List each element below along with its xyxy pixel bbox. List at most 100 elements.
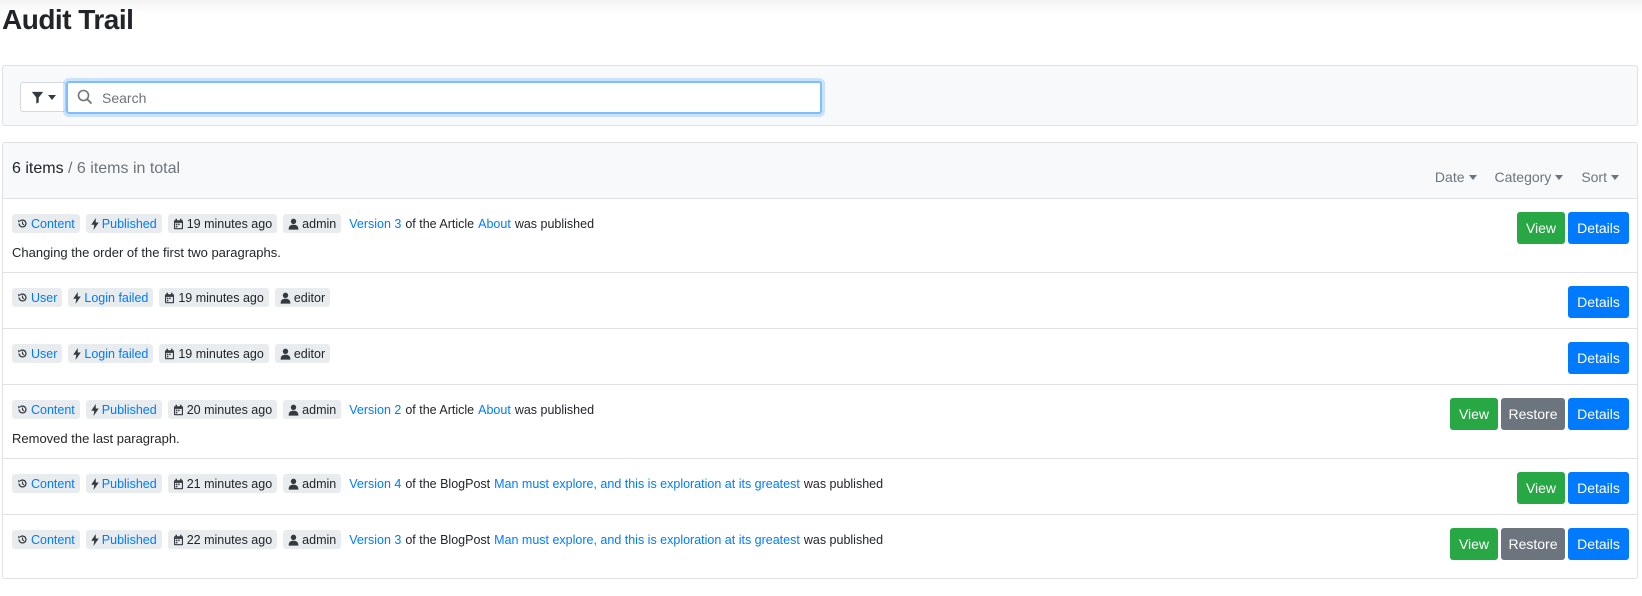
row-actions: View Details — [1517, 472, 1629, 504]
event-meta: User Login failed 19 minutes ago editor — [12, 344, 331, 363]
list-item: User Login failed 19 minutes ago editor … — [3, 273, 1637, 329]
event-summary: Version 3 of the Article About was publi… — [349, 217, 594, 231]
filter-dropdown-button[interactable] — [20, 82, 66, 112]
restore-button[interactable]: Restore — [1501, 398, 1565, 430]
category-badge[interactable]: User — [12, 344, 63, 363]
version-link[interactable]: Version 2 — [349, 403, 401, 417]
time-badge: 20 minutes ago — [167, 400, 278, 419]
event-badge[interactable]: Published — [85, 214, 162, 233]
list-header: 6 items / 6 items in total Date Category… — [3, 143, 1637, 199]
top-shadow — [0, 0, 1642, 14]
event-badge[interactable]: Login failed — [68, 288, 154, 307]
event-meta: Content Published 20 minutes ago admin V… — [12, 400, 594, 419]
view-button[interactable]: View — [1450, 528, 1498, 560]
user-label: admin — [302, 476, 337, 491]
chevron-down-icon — [1611, 174, 1619, 180]
user-icon — [288, 478, 299, 490]
history-icon — [18, 349, 27, 358]
user-badge: admin — [283, 474, 342, 493]
event-badge[interactable]: Published — [85, 530, 162, 549]
list-item: Content Published 20 minutes ago admin V… — [3, 385, 1637, 459]
time-badge: 22 minutes ago — [167, 530, 278, 549]
details-button[interactable]: Details — [1568, 528, 1629, 560]
user-badge: editor — [274, 288, 331, 307]
content-type-text: of the Article — [405, 402, 475, 417]
user-badge: admin — [283, 530, 342, 549]
time-label: 19 minutes ago — [186, 216, 273, 231]
event-label: Login failed — [84, 346, 149, 361]
user-badge: admin — [283, 400, 342, 419]
bolt-icon — [73, 347, 82, 360]
calendar-icon — [173, 218, 183, 229]
date-dropdown[interactable]: Date — [1435, 169, 1477, 185]
chevron-down-icon — [1468, 174, 1477, 180]
row-actions: Details — [1568, 286, 1629, 318]
history-icon — [18, 293, 27, 302]
content-item-link[interactable]: About — [478, 403, 511, 417]
event-label: Published — [101, 402, 157, 417]
details-button[interactable]: Details — [1568, 398, 1629, 430]
content-type-text: of the BlogPost — [405, 476, 491, 491]
category-badge[interactable]: User — [12, 288, 63, 307]
list-item: User Login failed 19 minutes ago editor … — [3, 329, 1637, 385]
time-badge: 19 minutes ago — [167, 214, 278, 233]
sort-controls: Date Category Sort — [1435, 169, 1619, 185]
sort-dropdown[interactable]: Sort — [1581, 169, 1619, 185]
user-icon — [288, 404, 299, 416]
calendar-icon — [173, 478, 183, 489]
content-item-link[interactable]: Man must explore, and this is exploratio… — [494, 533, 800, 547]
bolt-icon — [91, 533, 99, 546]
date-dropdown-label: Date — [1434, 169, 1465, 185]
search-icon — [77, 89, 93, 105]
event-badge[interactable]: Published — [85, 400, 162, 419]
bolt-icon — [91, 217, 99, 230]
view-button[interactable]: View — [1517, 212, 1565, 244]
version-link[interactable]: Version 4 — [349, 477, 401, 491]
filter-bar — [2, 65, 1638, 126]
category-label: Content — [31, 476, 75, 491]
version-link[interactable]: Version 3 — [349, 217, 401, 231]
content-item-link[interactable]: Man must explore, and this is exploratio… — [494, 477, 800, 491]
details-button[interactable]: Details — [1568, 472, 1629, 504]
list-item: Content Published 19 minutes ago admin V… — [3, 199, 1637, 273]
details-button[interactable]: Details — [1568, 212, 1629, 244]
history-icon — [18, 479, 27, 488]
category-label: Content — [31, 402, 75, 417]
category-badge[interactable]: Content — [12, 214, 80, 233]
time-badge: 19 minutes ago — [159, 288, 269, 307]
details-button[interactable]: Details — [1568, 342, 1629, 374]
user-label: editor — [293, 346, 326, 361]
list-item: Content Published 21 minutes ago admin V… — [3, 459, 1637, 515]
history-icon — [18, 535, 27, 544]
calendar-icon — [165, 348, 175, 359]
history-icon — [18, 219, 27, 228]
category-badge[interactable]: Content — [12, 474, 80, 493]
search-box[interactable] — [66, 81, 822, 114]
row-actions: Details — [1568, 342, 1629, 374]
event-meta: User Login failed 19 minutes ago editor — [12, 288, 331, 307]
event-summary: Version 4 of the BlogPost Man must explo… — [349, 477, 883, 491]
category-badge[interactable]: Content — [12, 530, 80, 549]
calendar-icon — [165, 292, 175, 303]
bolt-icon — [91, 403, 99, 416]
category-badge[interactable]: Content — [12, 400, 80, 419]
content-item-link[interactable]: About — [478, 217, 511, 231]
row-actions: View Details — [1517, 212, 1629, 244]
category-dropdown[interactable]: Category — [1495, 169, 1564, 185]
view-button[interactable]: View — [1517, 472, 1565, 504]
category-label: User — [31, 290, 58, 305]
details-button[interactable]: Details — [1568, 286, 1629, 318]
audit-trail-list: 6 items / 6 items in total Date Category… — [2, 142, 1638, 579]
event-badge[interactable]: Published — [85, 474, 162, 493]
chevron-down-icon — [47, 94, 56, 100]
event-suffix: was published — [514, 402, 595, 417]
event-badge[interactable]: Login failed — [68, 344, 154, 363]
event-label: Published — [101, 476, 157, 491]
view-button[interactable]: View — [1450, 398, 1498, 430]
user-label: admin — [302, 402, 337, 417]
search-input[interactable] — [100, 86, 800, 110]
event-summary: Version 3 of the BlogPost Man must explo… — [349, 533, 883, 547]
user-icon — [288, 218, 299, 230]
restore-button[interactable]: Restore — [1501, 528, 1565, 560]
version-link[interactable]: Version 3 — [349, 533, 401, 547]
